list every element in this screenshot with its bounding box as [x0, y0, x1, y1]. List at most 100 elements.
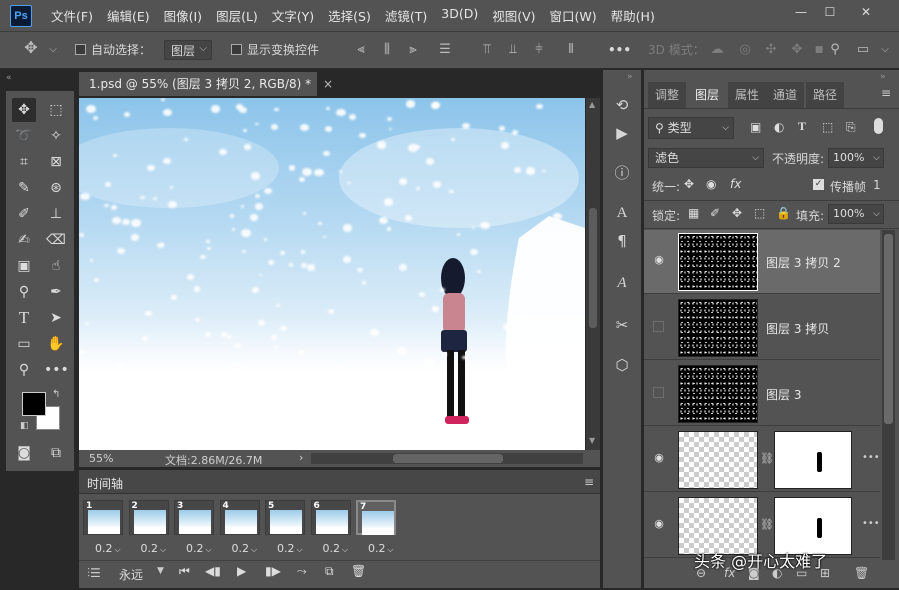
glyphs-icon[interactable]: A — [611, 272, 633, 294]
unify-style-icon[interactable]: fx — [730, 177, 741, 191]
timeline-frame[interactable]: 3 — [174, 500, 214, 535]
panel-tab[interactable]: 图层 — [688, 82, 726, 108]
stamp-tool-icon[interactable]: ⊥ — [44, 202, 68, 226]
lasso-tool-icon[interactable]: ➰ — [12, 124, 36, 148]
filter-type-icon[interactable]: T — [798, 119, 806, 134]
swap-colors-icon[interactable]: ↰ — [52, 389, 60, 400]
delete-frame-icon[interactable]: 🗑 — [351, 564, 366, 578]
pen-tool-icon[interactable]: ✒ — [44, 280, 68, 304]
filter-smart-icon[interactable]: ⎘ — [846, 120, 856, 135]
eye-icon[interactable]: ◉ — [652, 518, 666, 530]
zoom-tool-icon[interactable]: ⚲ — [12, 358, 36, 382]
document-tab[interactable]: 1.psd @ 55% (图层 3 拷贝 2, RGB/8) * × — [79, 72, 333, 96]
zoom-level[interactable]: 55% — [89, 452, 113, 465]
first-frame-icon[interactable]: ⏮ — [179, 564, 190, 579]
distribute-icon[interactable]: ☰ — [438, 42, 452, 58]
frame-tool-icon[interactable]: ⊠ — [44, 150, 68, 174]
lock-transparent-icon[interactable]: ▦ — [688, 206, 699, 220]
play-icon[interactable]: ▶ — [237, 564, 246, 578]
chevron-down-icon[interactable]: ⌵ — [46, 42, 60, 58]
convert-timeline-icon[interactable]: ⫶☰ — [87, 566, 101, 581]
collapse-icon[interactable]: » — [627, 72, 633, 82]
frame-delay[interactable]: 0.2 ⌵ — [186, 542, 212, 555]
workspace-icon[interactable]: ▭ — [856, 42, 870, 58]
layer-row[interactable]: ◉ ⛓ ••• — [644, 428, 880, 492]
search-icon[interactable]: ⚲ — [828, 42, 842, 58]
menu-item[interactable]: 编辑(E) — [100, 6, 157, 25]
lock-all-icon[interactable]: 🔒 — [776, 206, 791, 220]
magic-wand-icon[interactable]: ✧ — [44, 124, 68, 148]
more-options-button[interactable]: ••• — [608, 40, 631, 60]
panel-menu-icon[interactable]: ≡ — [881, 86, 891, 100]
auto-select-dropdown[interactable]: 图层 — [164, 39, 212, 60]
close-tab-icon[interactable]: × — [323, 77, 333, 91]
frame-delay[interactable]: 0.2 ⌵ — [95, 542, 121, 555]
document-canvas[interactable] — [79, 98, 585, 450]
panel-collapse-icon[interactable]: » — [880, 72, 886, 82]
layer-row[interactable]: ◉ 图层 3 拷贝 2 — [644, 230, 880, 294]
move-tool-icon[interactable]: ✥ — [24, 40, 38, 56]
actions-icon[interactable]: ▶ — [611, 122, 633, 144]
frame-delay[interactable]: 0.2 ⌵ — [277, 542, 303, 555]
unify-position-icon[interactable]: ✥ — [684, 177, 694, 191]
eraser-icon[interactable]: ⌫ — [44, 228, 68, 252]
align-top-icon[interactable]: ⫪ — [480, 42, 494, 58]
eye-icon[interactable]: ◉ — [652, 452, 666, 464]
smudge-tool-icon[interactable]: ☝ — [44, 254, 68, 278]
layers-scrollbar[interactable] — [882, 230, 895, 560]
character-icon[interactable]: A — [611, 202, 633, 224]
path-select-icon[interactable]: ➤ — [44, 306, 68, 330]
hand-tool-icon[interactable]: ✋ — [44, 332, 68, 356]
default-colors-icon[interactable]: ◧ — [20, 421, 29, 431]
tween-icon[interactable]: ⤳ — [297, 564, 307, 579]
3d-panel-icon[interactable]: ⬡ — [611, 354, 633, 376]
timeline-menu-icon[interactable]: ≡ — [584, 475, 594, 489]
align-hcenter-icon[interactable]: ⫼ — [380, 42, 394, 58]
lock-position-icon[interactable]: ✥ — [732, 206, 742, 220]
menu-item[interactable]: 视图(V) — [485, 6, 542, 25]
filter-kind-dropdown[interactable]: ⚲ 类型 ⌵ — [648, 117, 734, 139]
loop-chevron-icon[interactable]: ▼ — [157, 566, 164, 576]
distribute-v-icon[interactable]: ⦀ — [564, 42, 578, 58]
loop-options[interactable]: 永远 — [119, 566, 143, 583]
3d-scale-icon[interactable]: ■ — [812, 42, 826, 58]
screen-mode-icon[interactable]: ⧉ — [44, 441, 68, 465]
layer-row[interactable]: 图层 3 拷贝 — [644, 296, 880, 360]
healing-brush-icon[interactable]: ⊛ — [44, 176, 68, 200]
type-tool-icon[interactable]: T — [12, 306, 36, 330]
panel-tab[interactable]: 调整 — [648, 82, 686, 108]
panel-tab[interactable]: 通道 — [766, 82, 804, 108]
brush-tool-icon[interactable]: ✐ — [12, 202, 36, 226]
status-arrow-icon[interactable]: › — [299, 451, 303, 464]
eye-icon[interactable]: ◉ — [652, 254, 666, 266]
layer-row[interactable]: 图层 3 — [644, 362, 880, 426]
lock-artboard-icon[interactable]: ⬚ — [754, 206, 765, 220]
menu-item[interactable]: 帮助(H) — [604, 6, 662, 25]
menu-item[interactable]: 选择(S) — [321, 6, 378, 25]
blend-mode-dropdown[interactable]: 滤色 ⌵ — [648, 148, 764, 168]
filter-adjust-icon[interactable]: ◐ — [774, 120, 784, 134]
history-icon[interactable]: ⟲ — [611, 94, 633, 116]
align-bottom-icon[interactable]: ⫩ — [532, 42, 546, 58]
restore-button[interactable]: ☐ — [816, 3, 844, 21]
visibility-toggle[interactable] — [653, 387, 664, 398]
opacity-field[interactable]: 100% ⌵ — [828, 148, 884, 168]
timeline-frame[interactable]: 5 — [265, 500, 305, 535]
timeline-frame[interactable]: 1 — [83, 500, 123, 535]
frame-delay[interactable]: 0.2 ⌵ — [232, 542, 258, 555]
3d-slide-icon[interactable]: ✥ — [790, 42, 804, 58]
history-brush-icon[interactable]: ✍ — [12, 228, 36, 252]
panel-tab[interactable]: 路径 — [806, 82, 844, 108]
move-tool-icon[interactable]: ✥ — [12, 98, 36, 122]
fill-field[interactable]: 100% ⌵ — [828, 204, 884, 224]
filter-pixel-icon[interactable]: ▣ — [750, 120, 761, 134]
menu-item[interactable]: 窗口(W) — [543, 6, 604, 25]
prev-frame-icon[interactable]: ◀▮ — [205, 564, 221, 578]
menu-item[interactable]: 图像(I) — [157, 6, 209, 25]
canvas-vertical-scrollbar[interactable]: ▲ ▼ — [586, 98, 600, 450]
workspace-chevron-icon[interactable]: ⌵ — [878, 42, 892, 58]
3d-rotate-icon[interactable]: ☁ — [710, 42, 724, 58]
propagate-checkbox[interactable]: ✓ — [813, 179, 824, 190]
quick-mask-icon[interactable]: ◙ — [12, 441, 36, 465]
eyedropper-icon[interactable]: ✎ — [12, 176, 36, 200]
